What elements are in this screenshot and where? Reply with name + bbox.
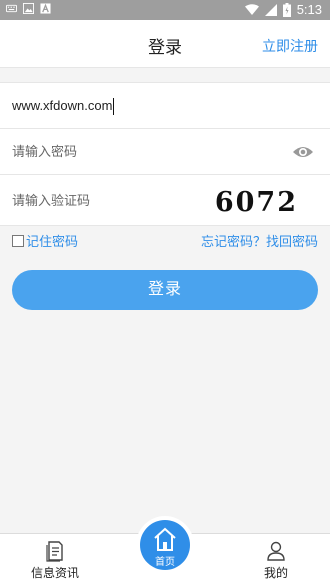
eye-icon[interactable] bbox=[292, 142, 314, 162]
keyboard-icon bbox=[6, 4, 17, 13]
header-bar: 登录 立即注册 bbox=[0, 20, 330, 68]
person-icon bbox=[267, 541, 285, 561]
username-row bbox=[0, 83, 330, 129]
tab-mine[interactable]: 我的 bbox=[236, 540, 316, 581]
remember-password-checkbox[interactable]: 记住密码 bbox=[12, 231, 78, 250]
wifi-icon bbox=[244, 3, 259, 15]
text-cursor bbox=[113, 98, 114, 115]
image-icon bbox=[23, 3, 34, 14]
battery-icon bbox=[282, 2, 291, 17]
register-link[interactable]: 立即注册 bbox=[262, 36, 318, 56]
tab-news-label: 信息资讯 bbox=[30, 566, 79, 580]
password-input[interactable] bbox=[12, 129, 282, 174]
document-icon bbox=[46, 541, 63, 562]
status-bar: 5:13 bbox=[0, 0, 330, 20]
login-form: 6072 bbox=[0, 82, 330, 226]
tab-mine-label: 我的 bbox=[263, 566, 288, 580]
login-options: 记住密码 忘记密码？找回密码 bbox=[12, 231, 318, 250]
home-icon bbox=[154, 527, 176, 551]
username-input[interactable] bbox=[12, 83, 282, 128]
text-icon bbox=[40, 3, 51, 14]
signal-icon bbox=[264, 3, 277, 16]
remember-password-label: 记住密码 bbox=[26, 235, 79, 250]
captcha-image[interactable]: 6072 bbox=[215, 187, 298, 218]
tab-home[interactable]: 首页 bbox=[140, 520, 190, 570]
forgot-password-link[interactable]: 忘记密码？找回密码 bbox=[201, 231, 318, 250]
password-row bbox=[0, 129, 330, 175]
tab-home-label: 首页 bbox=[155, 557, 175, 568]
status-time: 5:13 bbox=[296, 2, 322, 17]
captcha-row: 6072 bbox=[0, 175, 330, 225]
tab-news[interactable]: 信息资讯 bbox=[15, 540, 95, 581]
login-button[interactable]: 登录 bbox=[12, 270, 318, 310]
checkbox-box[interactable] bbox=[12, 234, 24, 247]
